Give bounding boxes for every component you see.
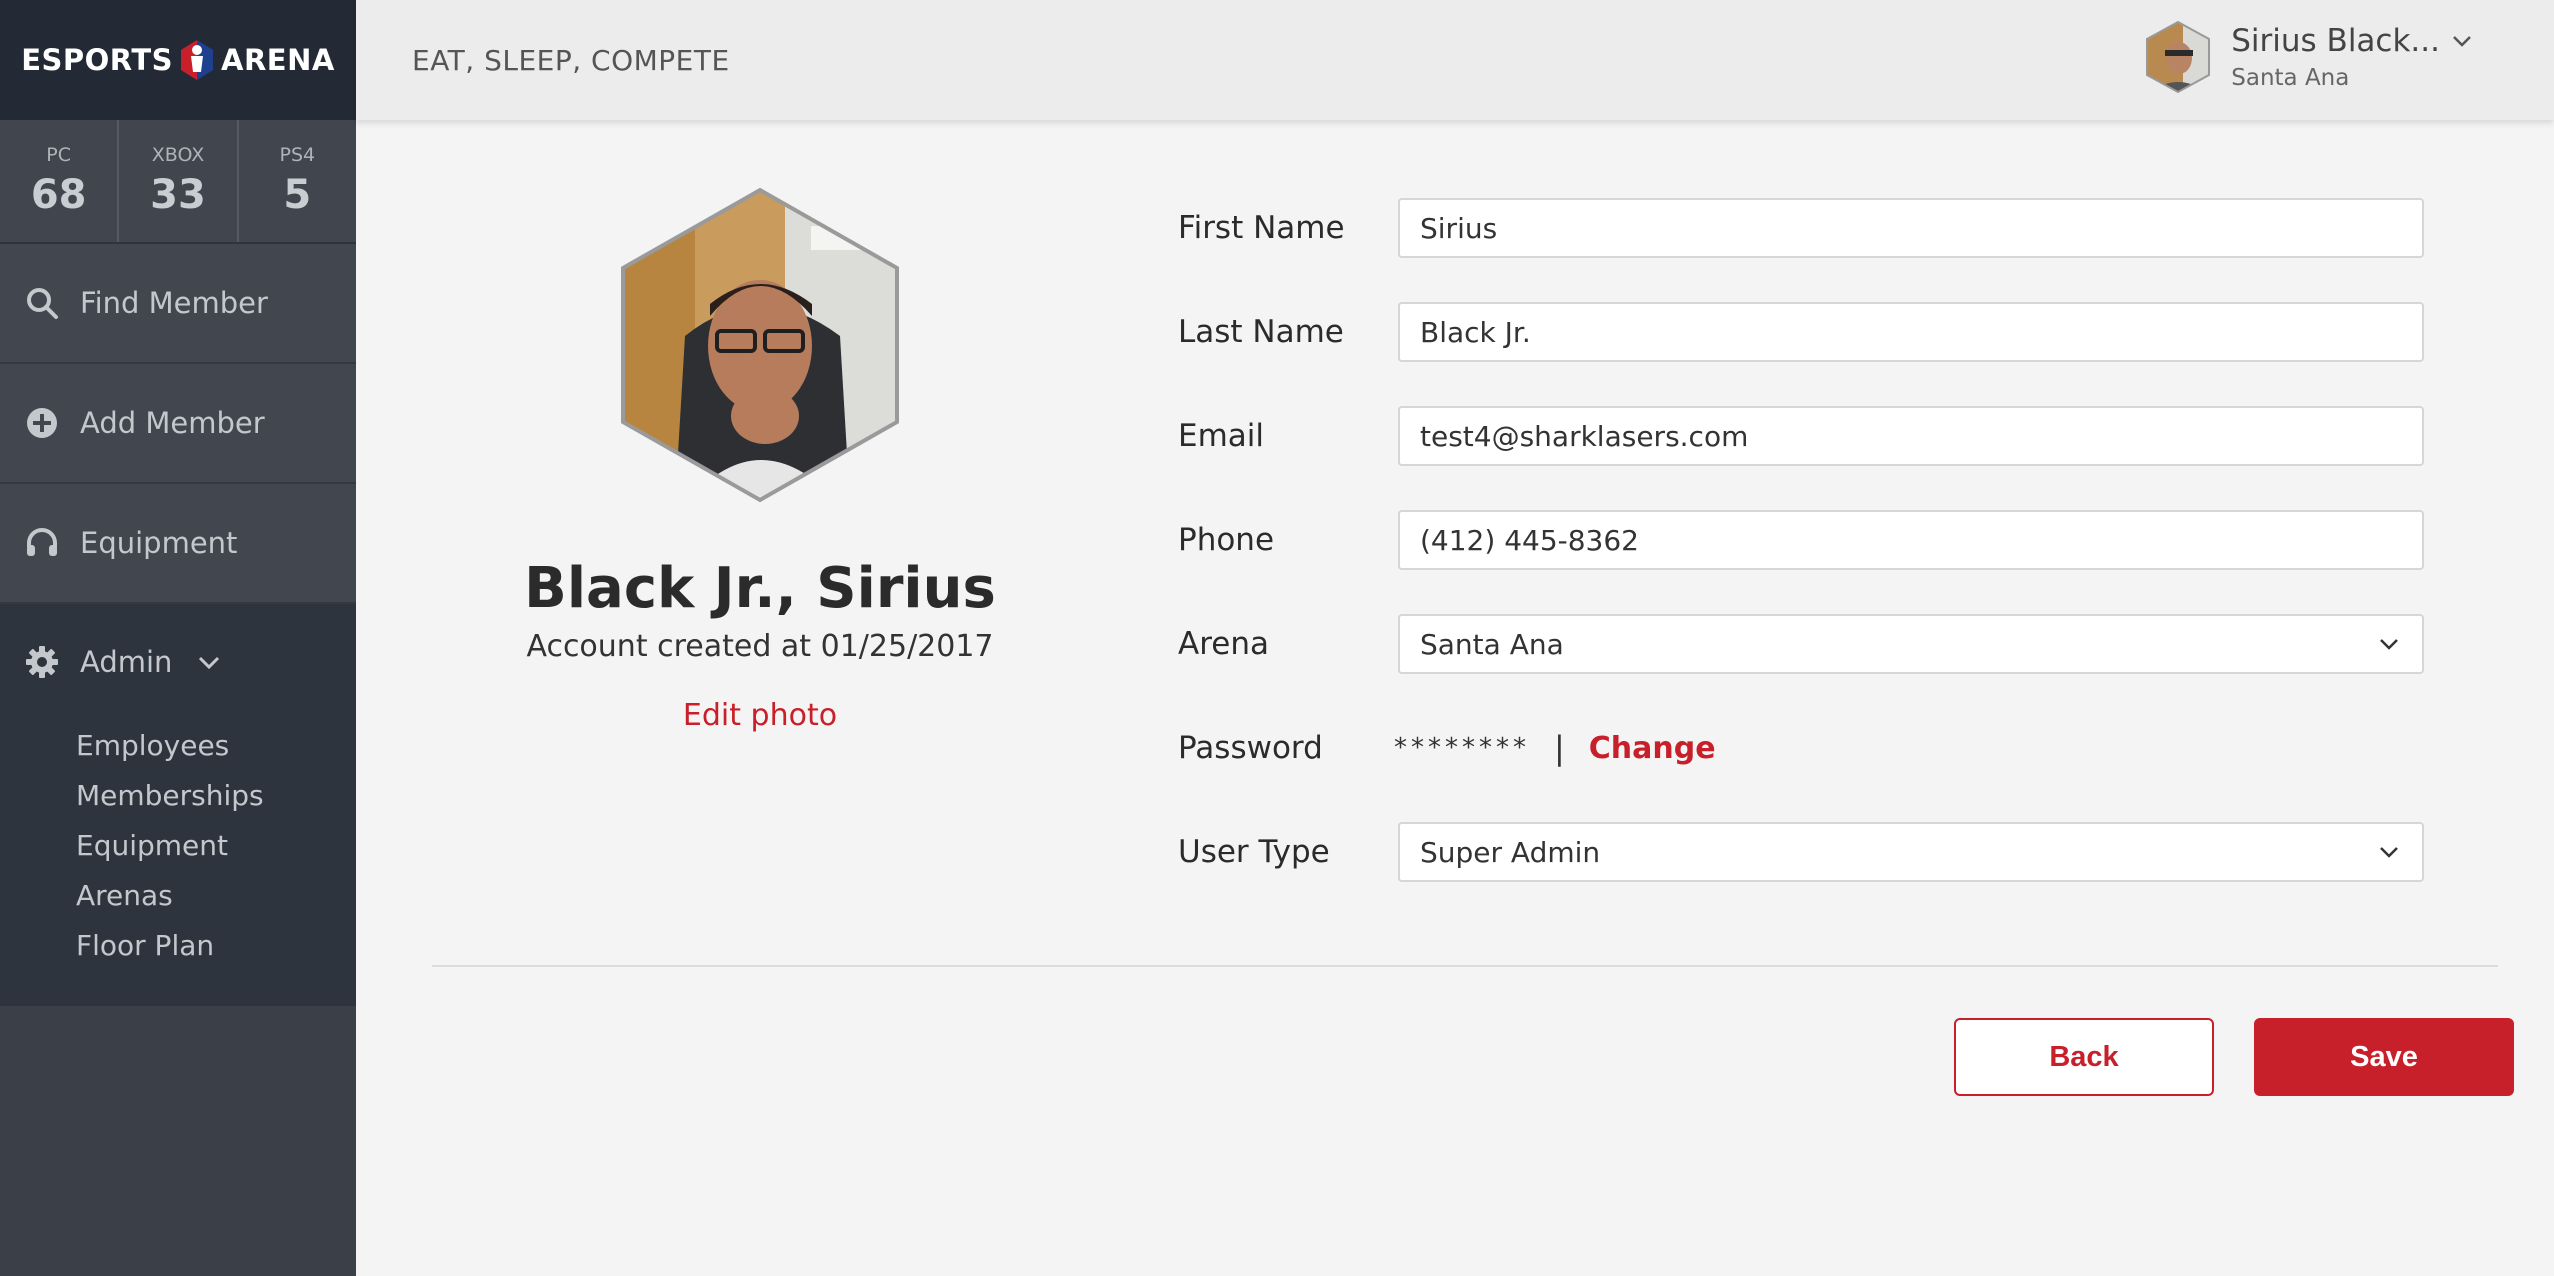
nav-label: Admin	[80, 645, 173, 679]
email-label: Email	[1178, 418, 1265, 454]
nav-admin-floor-plan[interactable]: Floor Plan	[0, 920, 356, 970]
nav-label: Add Member	[80, 406, 265, 440]
nav-add-member[interactable]: Add Member	[0, 364, 356, 484]
nav-equipment[interactable]: Equipment	[0, 484, 356, 604]
controller-emblem-icon	[181, 40, 213, 80]
first-name-row: First Name	[1178, 198, 2424, 258]
brand-logo-right: ARENA	[221, 43, 335, 77]
nav-admin-memberships[interactable]: Memberships	[0, 770, 356, 820]
stat-value: 5	[283, 172, 312, 218]
last-name-field[interactable]	[1398, 302, 2424, 362]
stat-ps4: PS4 5	[239, 120, 356, 242]
nav-admin-equipment[interactable]: Equipment	[0, 820, 356, 870]
phone-field[interactable]	[1398, 510, 2424, 570]
nav-label: Find Member	[80, 286, 268, 320]
chevron-down-icon	[2380, 847, 2398, 858]
stat-label: XBOX	[151, 144, 205, 166]
password-row: Password ******** | Change	[1178, 718, 2424, 778]
gear-icon	[26, 646, 58, 678]
profile-card: Black Jr., Sirius Account created at 01/…	[500, 186, 1020, 733]
top-header: EAT, SLEEP, COMPETE Sirius Black... Sant…	[356, 0, 2554, 120]
avatar	[2146, 20, 2211, 94]
user-name: Sirius Black...	[2231, 23, 2474, 59]
user-type-row: User Type Super Admin	[1178, 822, 2424, 882]
nav-label: Equipment	[80, 526, 238, 560]
stat-label: PC	[46, 144, 72, 166]
password-separator: |	[1554, 729, 1565, 767]
email-row: Email	[1178, 406, 2424, 466]
stat-value: 33	[150, 172, 206, 218]
search-icon	[27, 288, 58, 319]
headset-icon	[27, 528, 57, 556]
last-name-row: Last Name	[1178, 302, 2424, 362]
member-form: First Name Last Name Email Phone Arena S…	[1178, 198, 2424, 926]
arena-row: Arena Santa Ana	[1178, 614, 2424, 674]
account-created: Account created at 01/25/2017	[526, 629, 994, 664]
change-password-link[interactable]: Change	[1589, 731, 1716, 766]
profile-photo	[621, 187, 899, 503]
first-name-field[interactable]	[1398, 198, 2424, 258]
chevron-down-icon	[2453, 36, 2471, 47]
chevron-down-icon	[199, 656, 220, 670]
user-info: Sirius Black... Santa Ana	[2231, 23, 2474, 91]
save-button[interactable]: Save	[2254, 1018, 2514, 1096]
stat-pc: PC 68	[0, 120, 120, 242]
nav-admin-arenas[interactable]: Arenas	[0, 870, 356, 920]
password-mask: ********	[1394, 733, 1530, 763]
user-type-value: Super Admin	[1420, 835, 1601, 869]
nav-admin[interactable]: Admin	[0, 604, 356, 720]
password-label: Password	[1178, 730, 1323, 766]
last-name-label: Last Name	[1178, 314, 1344, 350]
phone-row: Phone	[1178, 510, 2424, 570]
first-name-label: First Name	[1178, 210, 1345, 246]
arena-label: Arena	[1178, 626, 1269, 662]
stat-xbox: XBOX 33	[119, 120, 239, 242]
brand-logo-left: ESPORTS	[21, 43, 173, 77]
profile-name: Black Jr., Sirius	[524, 556, 996, 621]
user-name-text: Sirius Black...	[2231, 23, 2440, 59]
add-circle-icon	[27, 408, 57, 438]
edit-photo-link[interactable]: Edit photo	[683, 698, 837, 733]
back-button[interactable]: Back	[1954, 1018, 2214, 1096]
stat-label: PS4	[279, 144, 316, 166]
nav-find-member[interactable]: Find Member	[0, 244, 356, 364]
user-location: Santa Ana	[2231, 65, 2350, 91]
brand-logo[interactable]: ESPORTS ARENA	[0, 0, 356, 120]
sidebar: ESPORTS ARENA PC 68 XBOX 33 PS4 5 Find M…	[0, 0, 356, 1276]
chevron-down-icon	[2380, 639, 2398, 650]
nav-admin-employees[interactable]: Employees	[0, 720, 356, 770]
admin-section: Admin Employees Memberships Equipment Ar…	[0, 604, 356, 1006]
platform-stats: PC 68 XBOX 33 PS4 5	[0, 120, 356, 244]
user-type-select[interactable]: Super Admin	[1398, 822, 2424, 882]
stat-value: 68	[30, 172, 87, 218]
email-field[interactable]	[1398, 406, 2424, 466]
tagline: EAT, SLEEP, COMPETE	[412, 43, 730, 77]
user-menu[interactable]: Sirius Black... Santa Ana	[2143, 20, 2474, 94]
arena-value: Santa Ana	[1420, 627, 1564, 661]
user-type-label: User Type	[1178, 834, 1330, 870]
arena-select[interactable]: Santa Ana	[1398, 614, 2424, 674]
phone-label: Phone	[1178, 522, 1275, 558]
divider	[432, 965, 2498, 967]
